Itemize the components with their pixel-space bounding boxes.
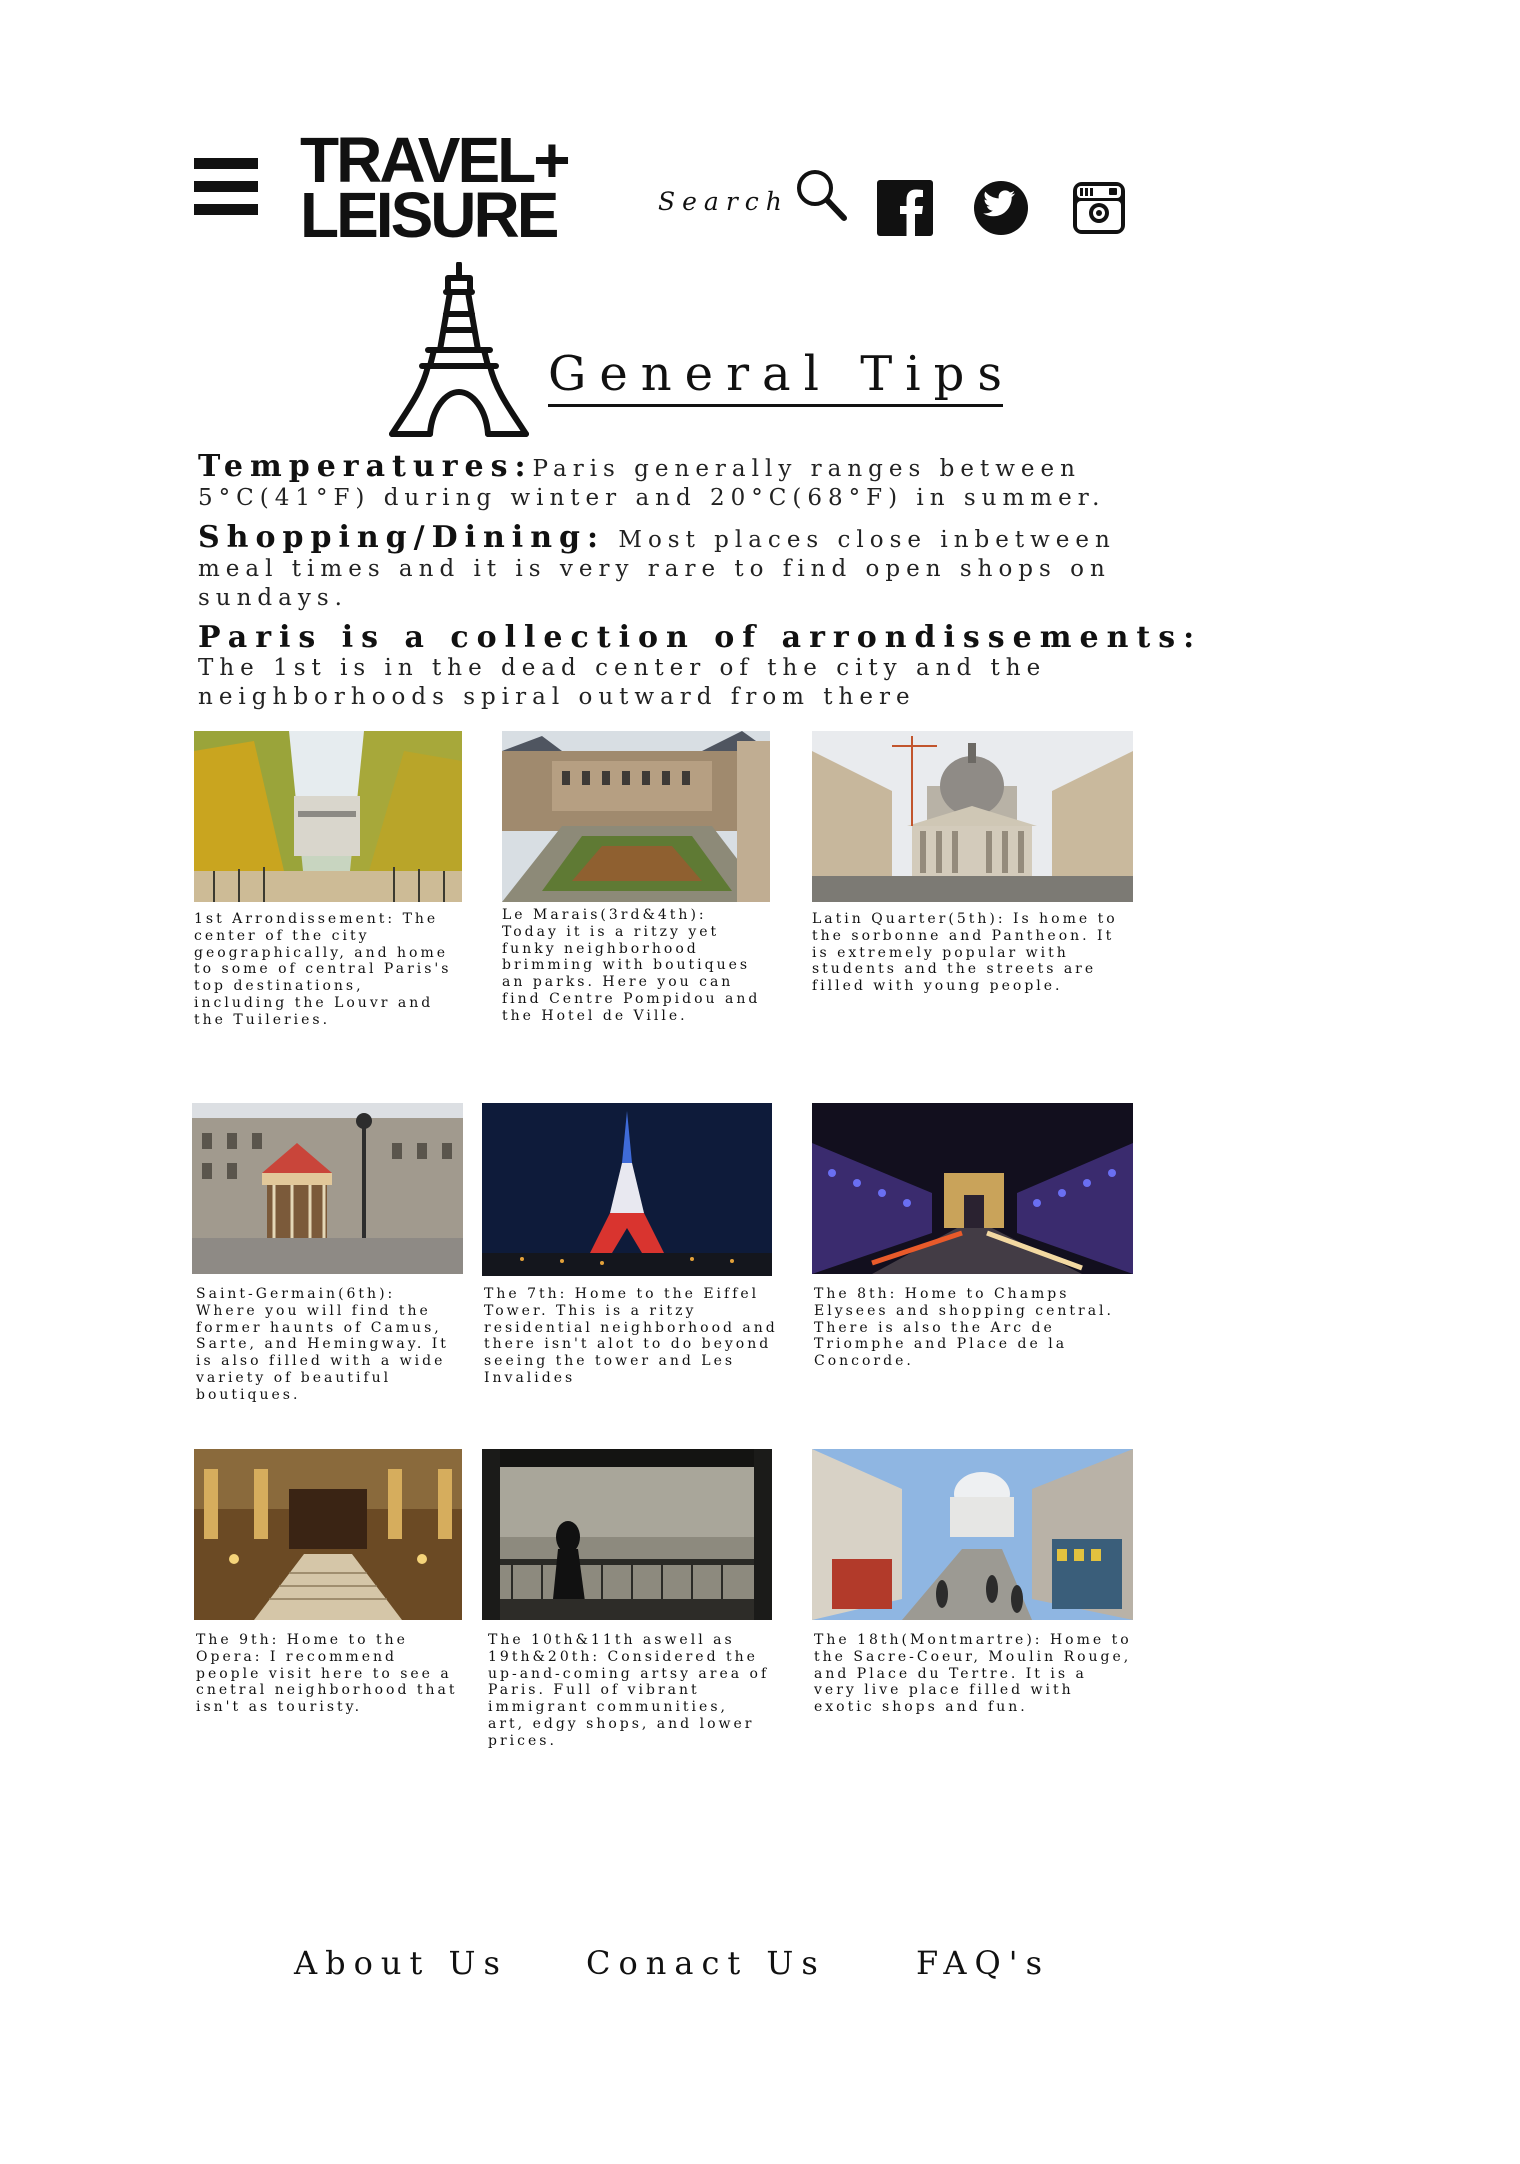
- caption-9th: The 9th: Home to the Opera: I recommend …: [196, 1632, 458, 1716]
- search-icon[interactable]: [793, 166, 849, 222]
- caption-7th: The 7th: Home to the Eiffel Tower. This …: [484, 1286, 778, 1386]
- caption-1st: 1st Arrondissement: The center of the ci…: [194, 911, 452, 1028]
- photo-tuileries[interactable]: [194, 731, 462, 902]
- caption-le-marais: Le Marais(3rd&4th): Today it is a ritzy …: [502, 907, 761, 1024]
- about-us-link[interactable]: About Us: [294, 1944, 508, 1982]
- photo-eiffel-tower[interactable]: [482, 1103, 772, 1276]
- title-underline: [548, 404, 1003, 407]
- tip-temperatures-label: Temperatures:: [198, 449, 533, 484]
- caption-18th: The 18th(Montmartre): Home to the Sacre-…: [814, 1632, 1132, 1716]
- tip-shopping: Shopping/Dining: Most places close inbet…: [198, 523, 1128, 613]
- eiffel-tower-icon: [389, 262, 529, 437]
- caption-8th: The 8th: Home to Champs Elysees and shop…: [814, 1286, 1114, 1370]
- tip-temperatures: Temperatures:Paris generally ranges betw…: [198, 452, 1128, 513]
- photo-le-marais[interactable]: [502, 731, 770, 902]
- contact-us-link[interactable]: Conact Us: [586, 1944, 826, 1982]
- logo[interactable]: TRAVEL+ LEISURE: [300, 128, 620, 252]
- arrondissements-heading: Paris is a collection of arrondissements…: [198, 620, 1203, 655]
- tip-shopping-label: Shopping/Dining:: [198, 520, 606, 555]
- caption-saint-germain: Saint-Germain(6th): Where you will find …: [196, 1286, 449, 1403]
- caption-10th-11th: The 10th&11th aswell as 19th&20th: Consi…: [488, 1632, 770, 1749]
- page-title: General Tips: [548, 346, 1015, 402]
- photo-champs-elysees[interactable]: [812, 1103, 1133, 1274]
- arrondissements-text: The 1st is in the dead center of the cit…: [198, 655, 1047, 710]
- instagram-icon[interactable]: [1071, 180, 1127, 236]
- menu-icon[interactable]: [194, 158, 258, 216]
- logo-line-2: LEISURE: [300, 179, 559, 252]
- search-button[interactable]: Search: [658, 170, 849, 222]
- faq-link[interactable]: FAQ's: [916, 1944, 1050, 1982]
- facebook-icon[interactable]: [877, 180, 933, 236]
- photo-opera[interactable]: [194, 1449, 462, 1620]
- twitter-icon[interactable]: [973, 180, 1029, 236]
- search-label: Search: [658, 186, 789, 216]
- photo-saint-germain[interactable]: [192, 1103, 463, 1274]
- photo-montmartre[interactable]: [812, 1449, 1133, 1620]
- photo-canal[interactable]: [482, 1449, 772, 1620]
- photo-latin-quarter[interactable]: [812, 731, 1133, 902]
- caption-latin-quarter: Latin Quarter(5th): Is home to the sorbo…: [812, 911, 1118, 995]
